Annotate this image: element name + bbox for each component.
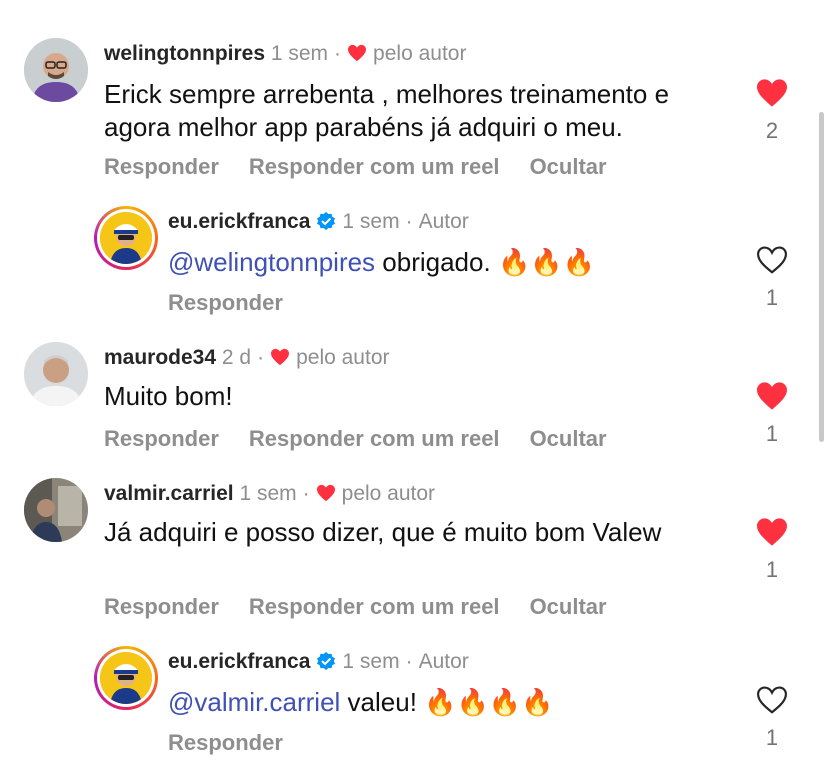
like-control: 1 [750, 517, 794, 583]
reply-text: obrigado. [375, 247, 498, 277]
reply-button[interactable]: Responder [104, 426, 219, 451]
comment-text: @valmir.carriel valeu! 🔥🔥🔥🔥 [168, 686, 728, 720]
author-label: Autor [418, 650, 469, 673]
like-count: 1 [765, 421, 779, 446]
like-control: 1 [750, 685, 794, 751]
comment-meta: eu.erickfranca 1 sem · Autor [168, 210, 469, 233]
username[interactable]: welingtonnpires [104, 42, 265, 65]
reply-button[interactable]: Responder [104, 154, 219, 179]
verified-badge-icon [317, 652, 336, 670]
timestamp: 1 sem [342, 210, 400, 233]
avatar[interactable] [24, 342, 88, 406]
comment-meta: welingtonnpires 1 sem · pelo autor [104, 42, 467, 65]
heart-outline-icon[interactable] [755, 685, 789, 715]
avatar[interactable] [24, 478, 88, 542]
hide-button[interactable]: Ocultar [530, 594, 607, 619]
mention-link[interactable]: @valmir.carriel [168, 687, 340, 717]
comment-meta: eu.erickfranca 1 sem · Autor [168, 650, 469, 673]
heart-filled-icon [316, 484, 335, 502]
like-control: 1 [750, 381, 794, 447]
hide-button[interactable]: Ocultar [530, 426, 607, 451]
comment-text: @welingtonnpires obrigado. 🔥🔥🔥 [168, 246, 728, 280]
avatar[interactable] [94, 206, 158, 270]
comment-meta: maurode34 2 d · pelo autor [104, 346, 390, 369]
reply-button[interactable]: Responder [168, 730, 283, 755]
timestamp: 1 sem [342, 650, 400, 673]
scrollbar[interactable] [819, 112, 824, 442]
heart-filled-icon [271, 348, 290, 366]
comment-text: Já adquiri e posso dizer, que é muito bo… [104, 517, 662, 547]
avatar[interactable] [24, 38, 88, 102]
like-count: 1 [765, 285, 779, 310]
username[interactable]: maurode34 [104, 346, 216, 369]
liked-by-author-label: pelo autor [341, 482, 436, 505]
like-control: 2 [750, 78, 794, 144]
timestamp: 1 sem [270, 42, 329, 65]
like-count: 1 [765, 557, 779, 582]
fire-emoji: 🔥🔥🔥 [497, 248, 596, 278]
heart-filled-icon [348, 44, 367, 62]
heart-outline-icon[interactable] [755, 245, 789, 275]
like-count: 1 [765, 725, 779, 750]
verified-badge-icon [317, 212, 336, 230]
comment-meta: valmir.carriel 1 sem · pelo autor [104, 482, 436, 505]
comment-actions: Responder [168, 730, 313, 756]
username[interactable]: valmir.carriel [104, 482, 234, 505]
heart-filled-icon[interactable] [755, 517, 789, 547]
like-count: 2 [765, 118, 779, 143]
mention-link[interactable]: @welingtonnpires [168, 247, 375, 277]
reply-with-reel-button[interactable]: Responder com um reel [249, 594, 500, 619]
comment-text: Erick sempre arrebenta , melhores treina… [104, 79, 670, 142]
author-label: Autor [418, 210, 469, 233]
liked-by-author-label: pelo autor [296, 346, 390, 369]
timestamp: 1 sem [239, 482, 297, 505]
comment-actions: Responder Responder com um reel Ocultar [104, 426, 637, 452]
fire-emoji: 🔥🔥🔥🔥 [424, 688, 554, 718]
avatar[interactable] [94, 646, 158, 710]
comment-actions: Responder Responder com um reel Ocultar [104, 154, 637, 180]
reply-with-reel-button[interactable]: Responder com um reel [249, 154, 500, 179]
reply-text: valeu! [340, 687, 425, 717]
heart-filled-icon[interactable] [755, 381, 789, 411]
like-control: 1 [750, 245, 794, 311]
reply-button[interactable]: Responder [168, 290, 283, 315]
username[interactable]: eu.erickfranca [168, 650, 310, 673]
liked-by-author-label: pelo autor [373, 42, 467, 65]
heart-filled-icon[interactable] [755, 78, 789, 108]
reply-button[interactable]: Responder [104, 594, 219, 619]
timestamp: 2 d [221, 346, 252, 369]
comment-actions: Responder Responder com um reel Ocultar [104, 594, 637, 620]
hide-button[interactable]: Ocultar [530, 154, 607, 179]
username[interactable]: eu.erickfranca [168, 210, 310, 233]
comment-actions: Responder [168, 290, 313, 316]
comment-text: Muito bom! [104, 381, 233, 411]
reply-with-reel-button[interactable]: Responder com um reel [249, 426, 500, 451]
